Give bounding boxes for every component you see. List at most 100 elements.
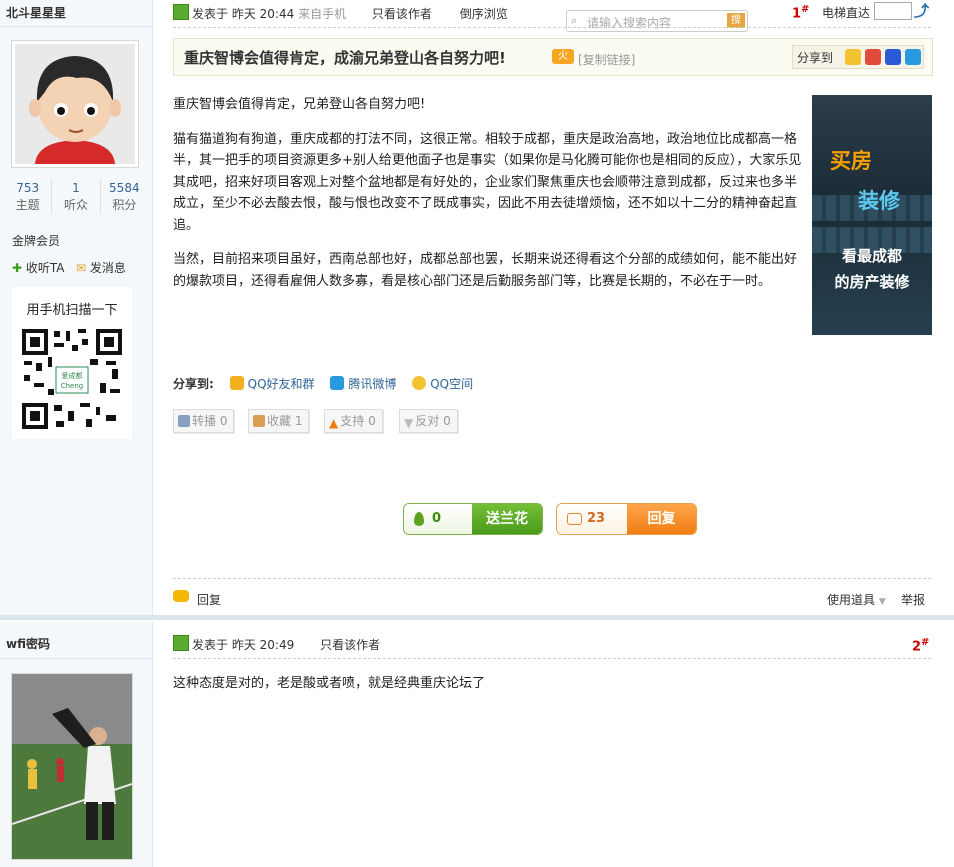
flower-count: 0 bbox=[432, 511, 442, 526]
reply-link[interactable]: 回复 bbox=[197, 591, 221, 608]
weibo-share-icon[interactable] bbox=[865, 49, 881, 65]
use-tools-menu[interactable]: 使用道具 ▼ bbox=[827, 591, 886, 608]
stat-followers[interactable]: 1 听众 bbox=[52, 180, 101, 214]
share-box: 分享到 bbox=[792, 45, 924, 69]
qzone-icon bbox=[412, 376, 427, 390]
search-icon: ⌕ bbox=[571, 14, 578, 27]
online-status-icon bbox=[173, 635, 189, 651]
posted-label: 发表于 bbox=[192, 638, 229, 652]
floor-number[interactable]: 1# bbox=[792, 4, 809, 21]
share-label: 分享到 bbox=[797, 51, 834, 65]
divider bbox=[0, 658, 152, 659]
envelope-icon: ✉ bbox=[76, 261, 87, 275]
qr-code-icon[interactable]: 爱成都 Cheng bbox=[20, 327, 124, 431]
author-name[interactable]: 北斗星星星 bbox=[6, 4, 66, 21]
tools-label: 使用道具 bbox=[827, 593, 876, 607]
follow-button[interactable]: ✚ 收听TA bbox=[12, 259, 65, 276]
forward-icon bbox=[178, 415, 190, 427]
send-flower-button[interactable]: 0 送兰花 bbox=[403, 503, 543, 535]
floor-number[interactable]: 2# bbox=[912, 637, 929, 654]
divider bbox=[173, 27, 931, 28]
avatar[interactable] bbox=[11, 40, 139, 168]
only-author-link[interactable]: 只看该作者 bbox=[320, 638, 380, 652]
share-qzone[interactable]: QQ空间 bbox=[412, 376, 473, 391]
post-separator bbox=[0, 615, 954, 620]
action-label: 支持 bbox=[340, 414, 365, 428]
floor-value: 1 bbox=[792, 6, 802, 22]
thread-title-bar: 重庆智博会值得肯定，成渝兄弟登山各自努力吧! 火 [复制链接] 分享到 bbox=[173, 38, 933, 76]
qq-icon bbox=[229, 376, 244, 390]
avatar[interactable] bbox=[11, 673, 133, 860]
reply-count: 23 bbox=[587, 511, 606, 526]
favorite-button[interactable]: 收藏 1 bbox=[248, 409, 310, 433]
user-rank: 金牌会员 bbox=[12, 234, 61, 248]
avatar-image bbox=[11, 674, 133, 859]
report-link[interactable]: 举报 bbox=[901, 591, 925, 608]
favorite-icon bbox=[253, 415, 265, 427]
floor-value: 2 bbox=[912, 639, 922, 655]
qzone-share-icon[interactable] bbox=[845, 49, 861, 65]
tencent-share-icon[interactable] bbox=[905, 49, 921, 65]
support-button[interactable]: ▲ 支持 0 bbox=[324, 409, 383, 433]
floor-mark: # bbox=[801, 4, 810, 15]
fire-icon: 火 bbox=[552, 49, 574, 64]
tencent-weibo-icon bbox=[330, 376, 345, 390]
reply-big-button[interactable]: 23 回复 bbox=[556, 503, 697, 535]
ad-banner[interactable]: 买房 装修 看最成都 的房产装修 bbox=[812, 95, 932, 335]
divider bbox=[173, 658, 931, 659]
post-paragraph: 当然，目前招来项目虽好，西南总部也好，成都总部也罢，长期来说还得看这个分部的成绩… bbox=[173, 252, 798, 289]
svg-text:Cheng: Cheng bbox=[61, 382, 84, 390]
flower-count-box: 0 bbox=[404, 504, 472, 534]
search-box[interactable]: ⌕ 请输入搜索内容 搜 bbox=[566, 10, 748, 32]
only-author-link[interactable]: 只看该作者 bbox=[372, 7, 432, 21]
share-qq-friends[interactable]: QQ好友和群 bbox=[229, 376, 315, 391]
post-content: 重庆智博会值得肯定，兄弟登山各自努力吧! 猫有猫道狗有狗道，重庆成都的打法不同，… bbox=[173, 94, 803, 305]
qr-panel: 用手机扫描一下 爱成都 Cheng bbox=[12, 287, 132, 439]
avatar-image bbox=[15, 44, 135, 164]
copy-link[interactable]: [复制链接] bbox=[578, 51, 635, 68]
post-source[interactable]: 来自手机 bbox=[298, 7, 346, 21]
stat-topics[interactable]: 753 主题 bbox=[4, 180, 53, 214]
message-label: 发消息 bbox=[89, 261, 126, 275]
orchid-icon bbox=[414, 512, 424, 526]
share-row: 分享到: QQ好友和群 腾讯微博 QQ空间 bbox=[173, 375, 473, 392]
follow-label: 收听TA bbox=[25, 261, 65, 275]
ad-text: 看最成都 bbox=[841, 247, 902, 265]
action-count: 0 bbox=[368, 414, 376, 428]
share-tencent-weibo[interactable]: 腾讯微博 bbox=[330, 376, 397, 391]
oppose-button[interactable]: ▼ 反对 0 bbox=[399, 409, 458, 433]
stat-label: 积分 bbox=[112, 198, 137, 212]
reverse-order-link[interactable]: 倒序浏览 bbox=[460, 7, 508, 21]
goto-floor-input[interactable] bbox=[874, 2, 912, 20]
comment-bubble-icon bbox=[567, 513, 582, 525]
goto-go-icon[interactable]: ⤴ bbox=[914, 0, 929, 21]
post-paragraph: 重庆智博会值得肯定，兄弟登山各自努力吧! bbox=[173, 97, 426, 112]
action-count: 0 bbox=[219, 414, 228, 428]
divider bbox=[0, 26, 152, 27]
share-item-label: 腾讯微博 bbox=[348, 377, 397, 391]
share-row-label: 分享到: bbox=[173, 377, 214, 391]
stat-value: 753 bbox=[16, 181, 40, 195]
search-button[interactable]: 搜 bbox=[727, 13, 745, 28]
action-label: 转播 bbox=[192, 414, 217, 428]
author-name[interactable]: wfi密码 bbox=[6, 635, 50, 652]
author-sidebar-2: wfi密码 bbox=[0, 622, 153, 867]
plus-icon: ✚ bbox=[12, 261, 23, 275]
reply-icon bbox=[173, 590, 189, 602]
forward-button[interactable]: 转播 0 bbox=[173, 409, 235, 433]
post-content-2: 这种态度是对的，老是酸或者喷，就是经典重庆论坛了 bbox=[173, 676, 486, 691]
reply-label: 回复 bbox=[627, 504, 696, 534]
message-button[interactable]: ✉ 发消息 bbox=[76, 259, 126, 276]
search-input[interactable]: 请输入搜索内容 bbox=[587, 14, 671, 31]
share-item-label: QQ好友和群 bbox=[247, 377, 315, 391]
action-count: 1 bbox=[294, 414, 303, 428]
stat-label: 主题 bbox=[15, 198, 40, 212]
baidu-share-icon[interactable] bbox=[885, 49, 901, 65]
post-paragraph: 猫有猫道狗有狗道，重庆成都的打法不同，这很正常。相较于成都，重庆是政治高地，政治… bbox=[173, 131, 802, 233]
flower-label: 送兰花 bbox=[472, 504, 542, 534]
author-sidebar: 北斗星星星 753 主题 1 听众 5584 积分 金牌会员 ✚ 收听TA ✉ … bbox=[0, 0, 153, 617]
stat-points[interactable]: 5584 积分 bbox=[101, 180, 148, 214]
stat-value: 5584 bbox=[109, 181, 140, 195]
ad-text: 装修 bbox=[858, 189, 900, 213]
online-status-icon bbox=[173, 4, 189, 20]
